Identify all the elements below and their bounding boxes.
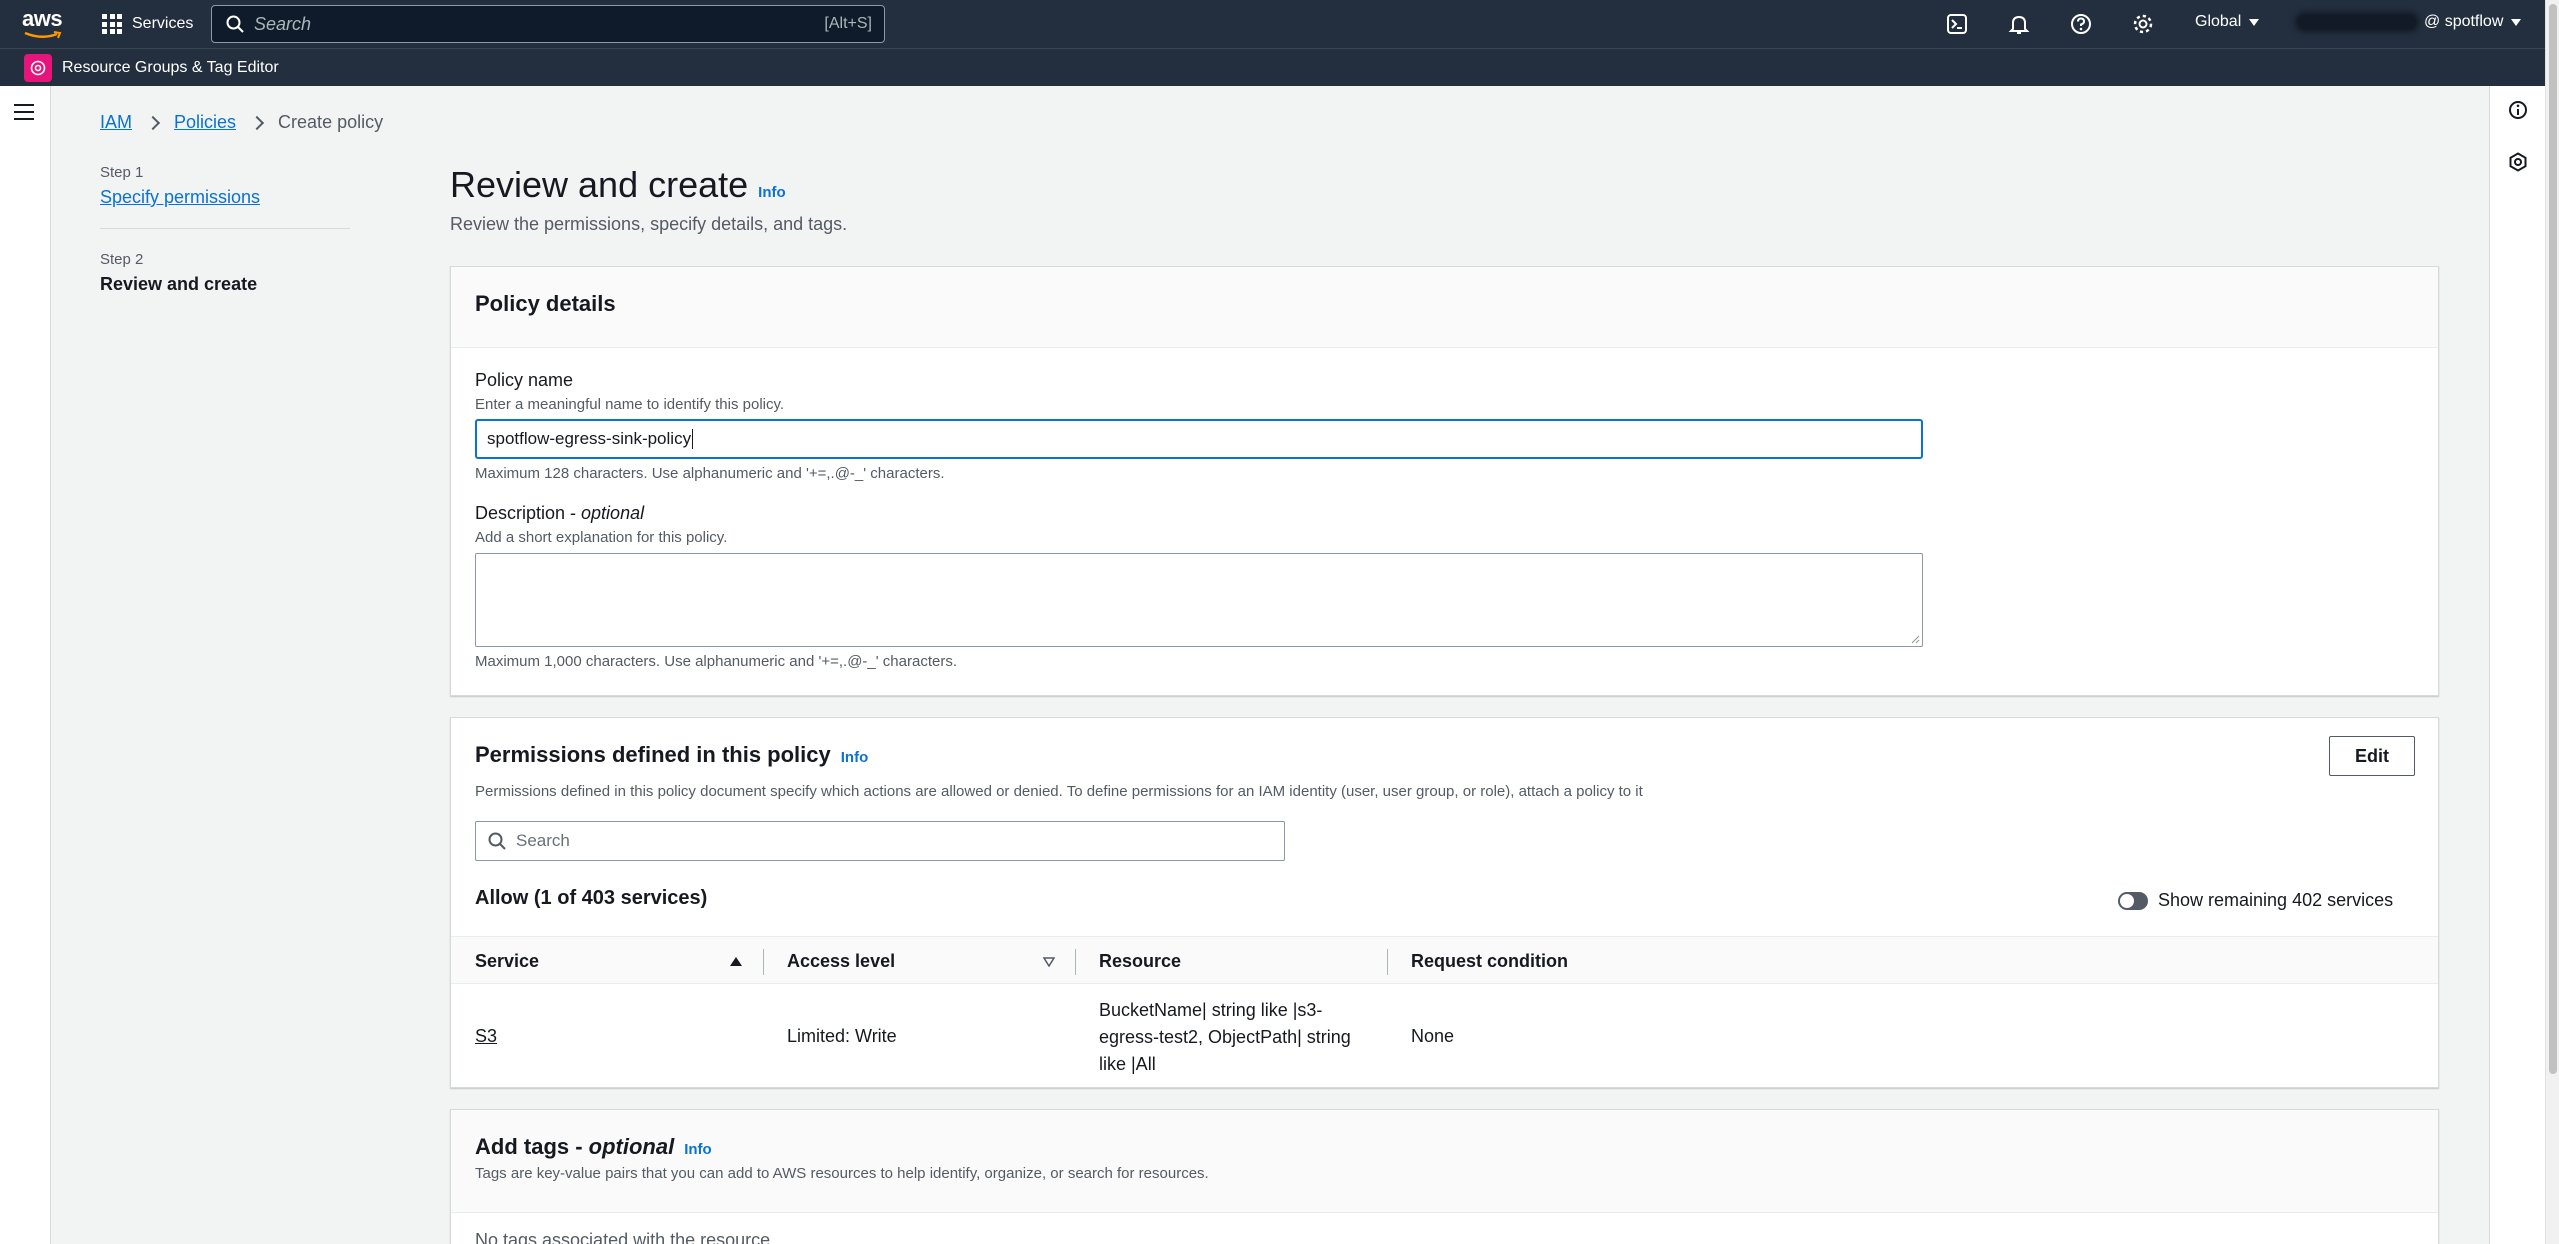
global-search-input[interactable]: Search [Alt+S] xyxy=(211,5,885,43)
side-navigation-rail xyxy=(0,86,51,1244)
search-icon xyxy=(488,832,506,850)
access-level-cell: Limited: Write xyxy=(787,1026,897,1046)
breadcrumb: IAM Policies Create policy xyxy=(100,112,383,133)
tools-panel-rail xyxy=(2489,86,2545,1244)
step-divider xyxy=(100,228,350,229)
page-info-link[interactable]: Info xyxy=(758,184,786,201)
caret-down-icon xyxy=(2511,18,2522,26)
resource-groups-icon[interactable] xyxy=(24,53,52,82)
edit-permissions-button[interactable]: Edit xyxy=(2329,736,2415,776)
chevron-right-icon xyxy=(249,115,265,130)
policy-name-input[interactable]: spotflow-egress-sink-policy xyxy=(475,419,1923,459)
permissions-title: Permissions defined in this policy Info xyxy=(475,742,868,768)
info-panel-icon[interactable] xyxy=(2508,100,2528,120)
policy-name-constraint: Maximum 128 characters. Use alphanumeric… xyxy=(475,465,945,482)
region-selector[interactable]: Global xyxy=(2195,13,2260,31)
sort-ascending-icon[interactable] xyxy=(730,957,742,966)
account-menu[interactable]: @ spotflow xyxy=(2298,13,2522,31)
breadcrumb-iam[interactable]: IAM xyxy=(100,112,132,133)
table-row: S3 Limited: Write BucketName| string lik… xyxy=(451,984,2438,1088)
show-remaining-services-toggle[interactable]: Show remaining 402 services xyxy=(2118,890,2393,911)
step-2-number: Step 2 xyxy=(100,251,144,268)
top-navigation: aws Services Search [Alt+S] Global @ spo… xyxy=(0,0,2545,48)
breadcrumb-policies[interactable]: Policies xyxy=(174,112,236,133)
cloudshell-icon[interactable] xyxy=(1946,13,1968,35)
region-label: Global xyxy=(2195,13,2242,30)
step-1-link[interactable]: Specify permissions xyxy=(100,187,260,208)
column-separator[interactable] xyxy=(1387,949,1388,975)
add-tags-header: Add tags - optional Info Tags are key-va… xyxy=(451,1110,2438,1213)
description-label-text: Description - xyxy=(475,503,582,523)
help-icon[interactable] xyxy=(2070,13,2092,35)
description-optional: optional xyxy=(581,503,645,523)
page-title-text: Review and create xyxy=(450,164,749,205)
account-suffix: @ spotflow xyxy=(2424,13,2504,30)
policy-name-value: spotflow-egress-sink-policy xyxy=(487,429,692,448)
breadcrumb-current: Create policy xyxy=(278,112,384,132)
column-separator[interactable] xyxy=(1075,949,1076,975)
step-1-number: Step 1 xyxy=(100,164,144,181)
step-2-current: Review and create xyxy=(100,274,258,294)
resize-handle-icon[interactable] xyxy=(1910,634,1920,644)
toggle-label: Show remaining 402 services xyxy=(2158,890,2394,910)
policy-details-container: Policy details Policy name Enter a meani… xyxy=(450,266,2439,696)
policy-details-title: Policy details xyxy=(475,291,616,316)
notifications-bell-icon[interactable] xyxy=(2008,13,2030,35)
wizard-steps: Step 1 Specify permissions Step 2 Review… xyxy=(100,164,350,295)
page-title: Review and create Info xyxy=(450,164,786,206)
text-cursor xyxy=(692,429,694,449)
description-label: Description - optional xyxy=(475,503,644,524)
services-menu-button[interactable]: Services xyxy=(102,12,193,36)
aws-smile-icon xyxy=(24,31,62,39)
column-request-condition[interactable]: Request condition xyxy=(1411,937,1568,985)
hexagon-settings-icon[interactable] xyxy=(2508,152,2528,172)
resource-cell: BucketName| string like |s3-egress-test2… xyxy=(1099,1000,1351,1074)
services-label: Services xyxy=(132,15,194,32)
column-service[interactable]: Service xyxy=(475,937,539,985)
add-tags-title: Add tags - optional Info xyxy=(475,1134,712,1160)
toggle-switch[interactable] xyxy=(2118,891,2148,910)
policy-name-hint: Enter a meaningful name to identify this… xyxy=(475,396,785,413)
policy-details-header: Policy details xyxy=(451,267,2438,348)
aws-logo-text: aws xyxy=(22,6,63,31)
page-scrollbar[interactable] xyxy=(2545,0,2559,1244)
settings-gear-icon[interactable] xyxy=(2132,13,2154,35)
no-tags-text: No tags associated with the resource. xyxy=(475,1230,776,1244)
permissions-search-input[interactable]: Search xyxy=(475,821,1285,861)
sort-descending-icon[interactable] xyxy=(1043,957,1055,967)
caret-down-icon xyxy=(2249,18,2260,26)
permissions-container: Permissions defined in this policy Info … xyxy=(450,717,2439,1088)
permissions-search-placeholder: Search xyxy=(516,831,570,850)
favorites-bar: Resource Groups & Tag Editor xyxy=(0,48,2545,86)
permissions-description: Permissions defined in this policy docum… xyxy=(475,783,1643,800)
add-tags-container: Add tags - optional Info Tags are key-va… xyxy=(450,1109,2439,1244)
column-resource[interactable]: Resource xyxy=(1099,937,1181,985)
page-subtitle: Review the permissions, specify details,… xyxy=(450,214,848,234)
add-tags-title-text: Add tags - optional xyxy=(475,1134,675,1159)
description-hint: Add a short explanation for this policy. xyxy=(475,529,728,546)
hamburger-menu-icon[interactable] xyxy=(14,104,34,120)
global-search-placeholder: Search xyxy=(254,13,312,34)
description-textarea[interactable] xyxy=(475,553,1923,647)
service-s3-link[interactable]: S3 xyxy=(475,1026,497,1047)
permissions-title-text: Permissions defined in this policy xyxy=(475,742,831,767)
search-shortcut-hint: [Alt+S] xyxy=(824,15,872,32)
aws-logo[interactable]: aws xyxy=(22,8,64,40)
grid-icon xyxy=(102,14,122,34)
redacted-account-name xyxy=(2298,15,2416,29)
resource-groups-link[interactable]: Resource Groups & Tag Editor xyxy=(62,59,279,77)
search-icon xyxy=(226,15,244,33)
allow-heading: Allow (1 of 403 services) xyxy=(475,887,708,909)
policy-name-label: Policy name xyxy=(475,370,574,390)
chevron-right-icon xyxy=(145,115,161,130)
add-tags-info-link[interactable]: Info xyxy=(684,1141,712,1158)
permissions-info-link[interactable]: Info xyxy=(841,749,869,766)
scrollbar-thumb[interactable] xyxy=(2549,4,2557,1074)
description-constraint: Maximum 1,000 characters. Use alphanumer… xyxy=(475,653,957,670)
column-separator[interactable] xyxy=(763,949,764,975)
request-condition-cell: None xyxy=(1411,1026,1455,1046)
add-tags-description: Tags are key-value pairs that you can ad… xyxy=(475,1165,1209,1182)
column-access-level[interactable]: Access level xyxy=(787,937,895,985)
permissions-table-header: Service Access level Resource Request co… xyxy=(451,936,2438,984)
